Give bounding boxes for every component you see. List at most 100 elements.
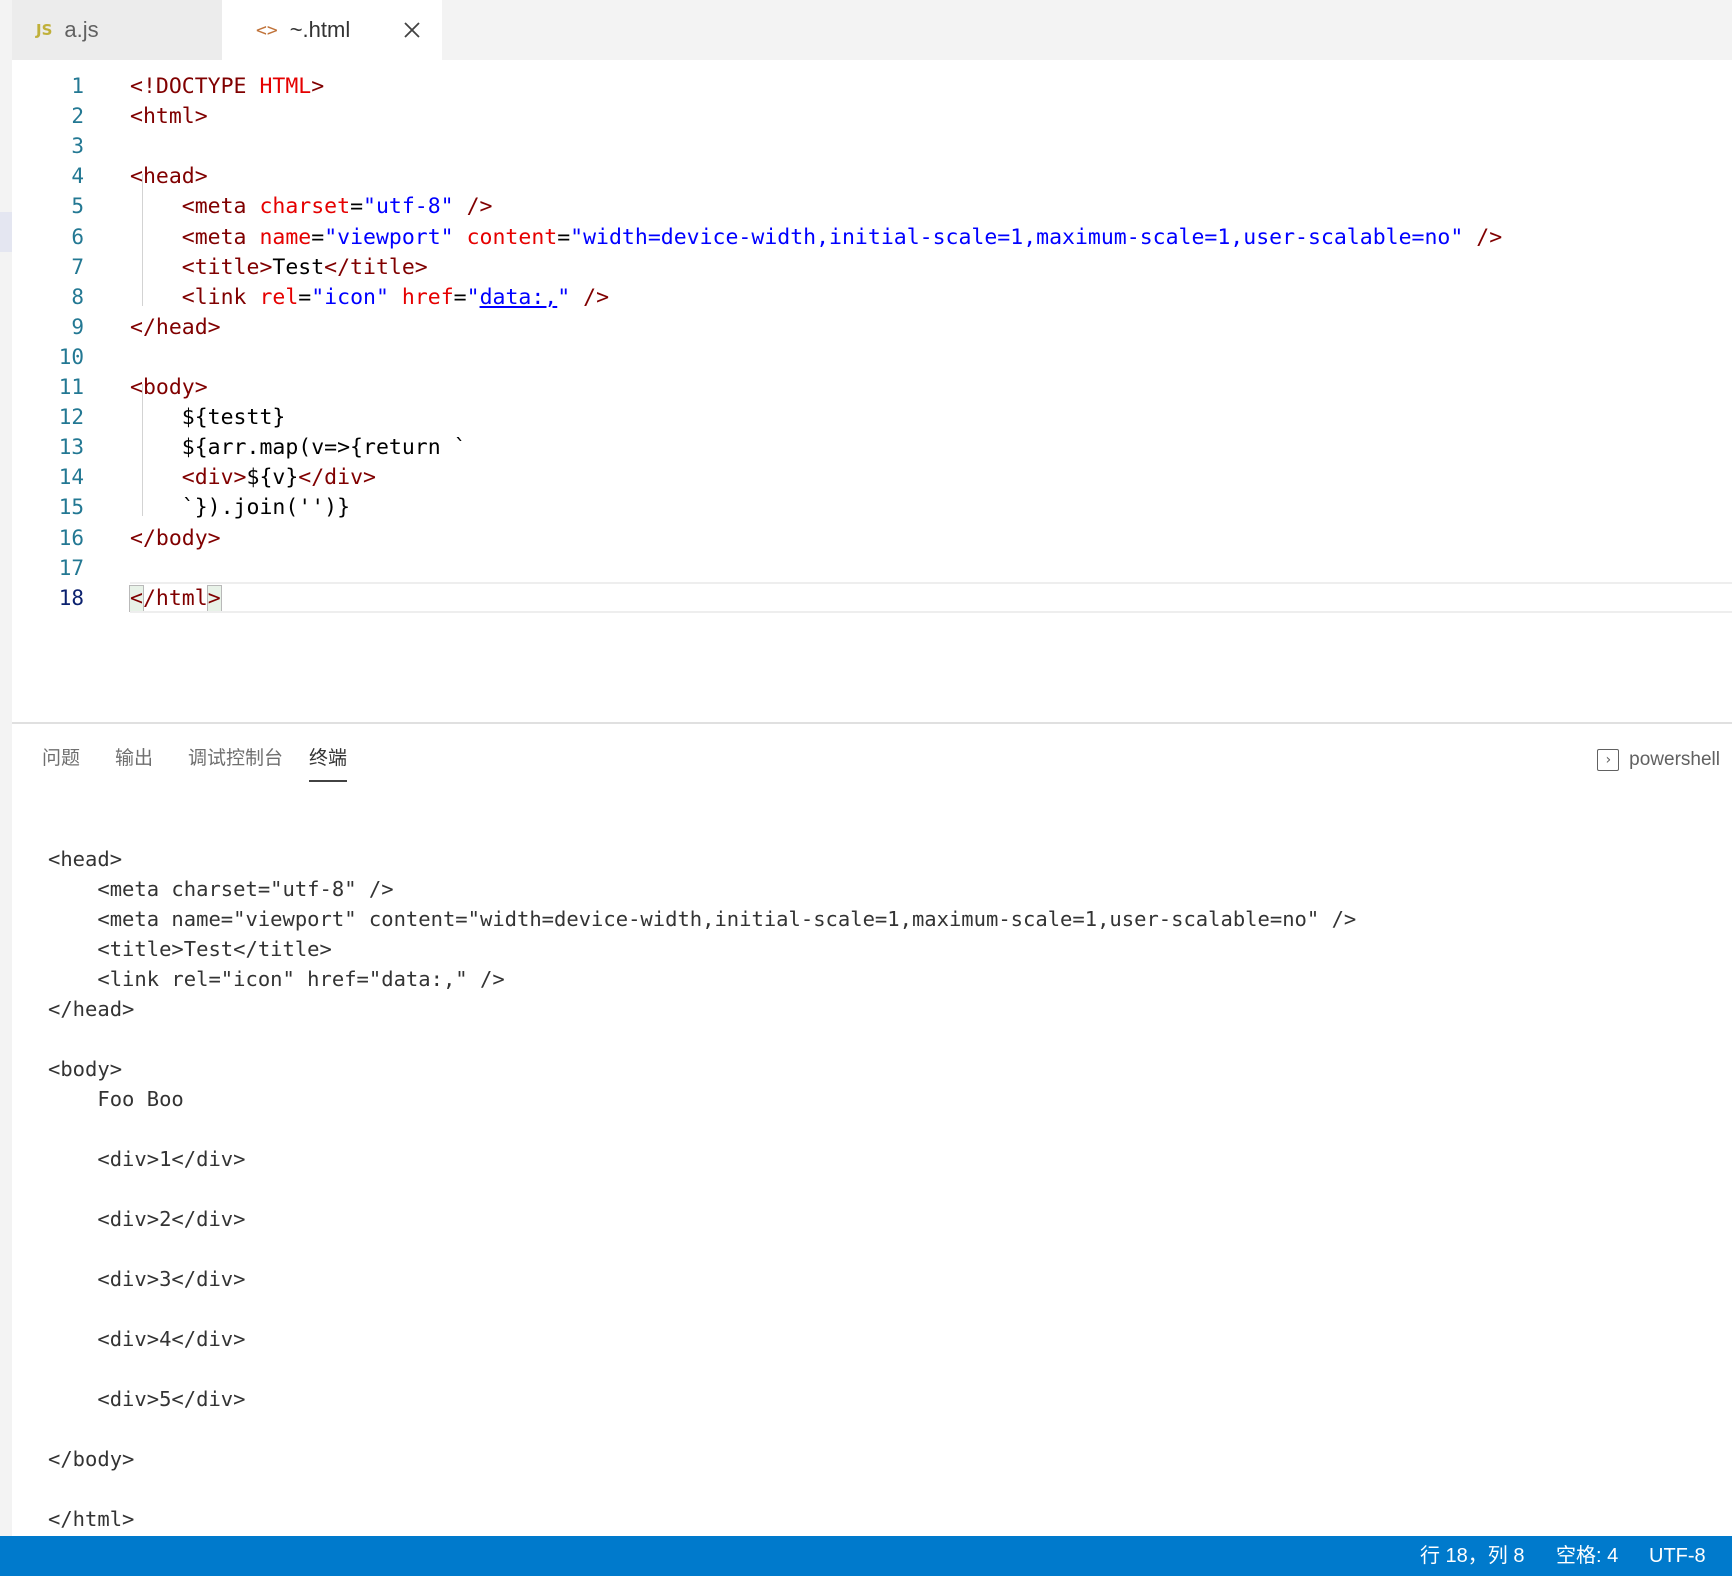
terminal-line: <div>5</div> xyxy=(48,1387,246,1411)
code-token: <meta xyxy=(181,224,260,250)
line-code: <title>Test</title> xyxy=(130,251,428,284)
vscode-window: JS a.js <> ~.html 1 <!DOCTYPE HTML> 2 <html… xyxy=(0,0,1732,1576)
line-code: <body> xyxy=(130,371,208,404)
code-link[interactable]: data:, xyxy=(480,285,558,310)
code-token: content xyxy=(466,224,558,250)
code-line[interactable]: 6 <meta name="viewport" content="width=d… xyxy=(12,221,1732,254)
tab-label: a.js xyxy=(64,17,99,42)
code-line[interactable]: 10 xyxy=(12,341,1732,374)
terminal-line: <head> xyxy=(48,847,123,871)
code-token: " xyxy=(557,284,571,310)
html-file-icon: <> xyxy=(256,19,278,41)
code-line[interactable]: 1 <!DOCTYPE HTML> xyxy=(12,70,1732,103)
code-token: ${arr.map(v=>{return ` xyxy=(130,435,467,461)
code-line[interactable]: 16 </body> xyxy=(12,522,1732,555)
line-number: 1 xyxy=(71,74,84,98)
terminal-icon: › xyxy=(1597,749,1620,771)
line-code: <meta charset="utf-8" /> xyxy=(130,190,493,223)
status-bar: 行 18，列 8 空格: 4 UTF-8 xyxy=(0,1536,1732,1576)
code-token: < xyxy=(129,584,144,612)
tab-html-file[interactable]: <> ~.html xyxy=(222,0,442,60)
code-line[interactable]: 5 <meta charset="utf-8" /> xyxy=(12,190,1732,223)
status-indentation[interactable]: 空格: 4 xyxy=(1556,1536,1618,1576)
code-line[interactable]: 3 xyxy=(12,130,1732,163)
code-token: "icon" xyxy=(311,284,389,310)
code-token: <!DOCTYPE xyxy=(130,74,260,99)
tab-debug-console[interactable]: 调试控制台 xyxy=(188,744,283,780)
code-line[interactable]: 17 xyxy=(12,552,1732,585)
code-token: "width=device-width,initial-scale=1,maxi… xyxy=(570,224,1464,250)
terminal-line: <div>2</div> xyxy=(48,1207,246,1231)
code-token: = xyxy=(453,284,467,310)
line-number: 4 xyxy=(71,164,84,189)
code-line[interactable]: 15 `}).join('')} xyxy=(12,491,1732,524)
code-token: = xyxy=(298,284,312,310)
status-encoding[interactable]: UTF-8 xyxy=(1649,1536,1706,1576)
line-number: 9 xyxy=(71,314,84,339)
terminal-line: <meta name="viewport" content="width=dev… xyxy=(48,907,1357,931)
code-token: /> xyxy=(1463,224,1503,250)
line-code: </body> xyxy=(130,522,221,555)
code-line[interactable]: 18 </html> xyxy=(12,581,1732,615)
code-token: rel xyxy=(259,284,299,310)
code-line[interactable]: 13 ${arr.map(v=>{return ` xyxy=(12,431,1732,464)
code-line[interactable]: 4 <head> xyxy=(12,160,1732,193)
code-token: <head> xyxy=(130,164,208,190)
code-token: = xyxy=(311,224,325,250)
status-cursor-position[interactable]: 行 18，列 8 xyxy=(1420,1536,1524,1576)
terminal-line: </html> xyxy=(48,1507,135,1531)
tab-terminal[interactable]: 终端 xyxy=(309,744,348,782)
code-token: name xyxy=(259,224,312,250)
code-token: ${v} xyxy=(246,465,299,491)
line-number: 15 xyxy=(58,495,84,520)
tab-problems[interactable]: 问题 xyxy=(42,744,80,780)
code-token: "utf-8" xyxy=(363,194,454,220)
code-token: Test xyxy=(272,254,325,280)
code-token: `}).join('')} xyxy=(130,495,351,521)
line-code: <div>${v}</div> xyxy=(130,461,376,494)
code-token: ${testt} xyxy=(130,405,286,431)
tab-output[interactable]: 输出 xyxy=(115,744,153,780)
code-token: <link xyxy=(181,284,260,310)
code-token: <meta xyxy=(181,194,260,220)
code-line[interactable]: 12 ${testt} xyxy=(12,401,1732,434)
code-token: HTML xyxy=(259,74,312,99)
code-line[interactable]: 11 <body> xyxy=(12,371,1732,404)
line-code: <meta name="viewport" content="width=dev… xyxy=(130,221,1502,254)
line-number: 3 xyxy=(71,134,84,159)
terminal-shell-selector[interactable]: › powershell xyxy=(1597,742,1720,778)
terminal-line: <title>Test</title> xyxy=(48,937,332,961)
code-token: /html xyxy=(142,585,208,611)
terminal-output[interactable]: <head> <meta charset="utf-8" /> <meta na… xyxy=(48,844,1718,1534)
code-line[interactable]: 9 </head> xyxy=(12,311,1732,344)
close-icon[interactable] xyxy=(396,14,428,46)
code-line[interactable]: 7 <title>Test</title> xyxy=(12,251,1732,284)
line-code: <link rel="icon" href="data:," /> xyxy=(130,281,609,314)
terminal-line: <link rel="icon" href="data:," /> xyxy=(48,967,505,991)
line-code: </head> xyxy=(130,311,221,344)
code-line[interactable]: 8 <link rel="icon" href="data:," /> xyxy=(12,281,1732,314)
code-editor[interactable]: 1 <!DOCTYPE HTML> 2 <html> 3 4 <head> 5 <meta c… xyxy=(12,60,1732,723)
code-token: </head> xyxy=(130,314,221,340)
tab-a-js[interactable]: JS a.js xyxy=(12,0,222,60)
code-token: = xyxy=(557,224,571,250)
code-line[interactable]: 14 <div>${v}</div> xyxy=(12,461,1732,494)
line-number: 5 xyxy=(71,194,84,219)
terminal-line: <div>3</div> xyxy=(48,1267,246,1291)
line-code: <head> xyxy=(130,160,208,193)
line-code: <html> xyxy=(130,100,208,133)
code-line[interactable]: 2 <html> xyxy=(12,100,1732,133)
tab-label: ~.html xyxy=(289,17,351,42)
shell-label: powershell xyxy=(1629,749,1720,770)
